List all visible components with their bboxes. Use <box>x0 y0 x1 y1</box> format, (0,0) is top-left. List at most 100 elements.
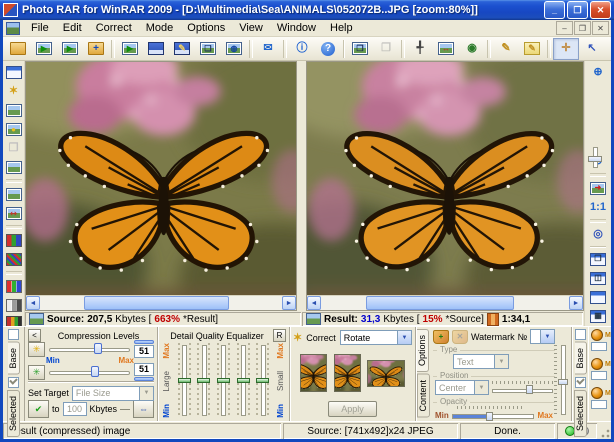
chevron-down-icon[interactable]: ▼ <box>139 387 153 400</box>
tab-selected[interactable]: Selected <box>7 390 20 437</box>
tab-base[interactable]: Base <box>8 342 20 375</box>
eq-band-slider[interactable] <box>255 343 270 418</box>
menu-file[interactable]: File <box>24 21 56 35</box>
restore-button[interactable]: ❐ <box>567 1 588 19</box>
selected-checkbox[interactable] <box>575 377 586 388</box>
image-info-icon[interactable]: ⓘ <box>289 38 315 60</box>
compression-value-1[interactable]: 51 <box>134 345 154 358</box>
picker-hand-tool-icon[interactable]: ✛ <box>605 38 611 60</box>
delete-watermark-icon[interactable]: ✕ <box>452 330 468 344</box>
tab-base[interactable]: Base <box>575 342 587 375</box>
scroll-right-icon[interactable]: ► <box>282 296 296 310</box>
resize-image-icon[interactable]: ⇿ <box>3 204 25 223</box>
position-slider[interactable] <box>492 385 553 395</box>
rotate-thumbnail[interactable] <box>300 354 327 392</box>
channel-value-input[interactable] <box>591 400 607 409</box>
copy-images-icon[interactable]: ❐ <box>347 38 373 60</box>
channel-sphere-icon[interactable] <box>591 329 603 341</box>
send-email-icon[interactable]: ✉ <box>255 38 281 60</box>
tab-content[interactable]: Content <box>417 374 430 418</box>
image-view-icon[interactable] <box>3 158 25 177</box>
scroll-left-icon[interactable]: ◄ <box>307 296 321 310</box>
result-hscrollbar[interactable]: ◄ ► <box>307 295 583 310</box>
preview-eye-icon[interactable]: ◉ <box>459 38 485 60</box>
rotate-thumbnail[interactable] <box>334 354 361 392</box>
pan-hand-tool-icon[interactable]: ✛ <box>553 38 579 60</box>
chevron-down-icon[interactable]: ▼ <box>540 330 554 343</box>
tab-options[interactable]: Options <box>417 329 429 372</box>
add-watermark-icon[interactable]: + <box>433 330 449 344</box>
select-tool-icon[interactable]: ↖ <box>579 38 605 60</box>
open-source-view-icon[interactable]: ▶ <box>31 38 57 60</box>
scroll-thumb[interactable] <box>366 296 515 310</box>
eq-band-slider[interactable] <box>177 343 192 418</box>
quality-mode2-button[interactable]: ✳ <box>28 365 45 380</box>
menu-options[interactable]: Options <box>180 21 232 35</box>
save-result-icon[interactable] <box>143 38 169 60</box>
source-hscrollbar[interactable]: ◄ ► <box>26 295 296 310</box>
close-button[interactable]: ✕ <box>590 1 611 19</box>
pane-divider[interactable] <box>297 61 306 311</box>
tab-selected[interactable]: Selected <box>574 390 587 437</box>
actual-size-icon[interactable]: 1:1 <box>587 198 609 217</box>
annotate-tool-icon[interactable]: ✎ <box>493 38 519 60</box>
channels-gray-icon[interactable] <box>3 296 25 315</box>
zoom-in-icon[interactable]: ⊕ <box>587 63 609 82</box>
channel-sphere-icon[interactable] <box>591 387 603 399</box>
help-icon[interactable]: ? <box>315 38 341 60</box>
scroll-thumb[interactable] <box>84 296 229 310</box>
magic-wand-icon[interactable]: ✶ <box>3 82 25 101</box>
collapse-compression-button[interactable]: < <box>28 329 41 342</box>
scroll-right-icon[interactable]: ► <box>569 296 583 310</box>
layout-dual-icon[interactable]: ❐ <box>587 250 609 269</box>
crop-image-icon[interactable] <box>3 101 25 120</box>
compression-value-2[interactable]: 51 <box>134 363 154 376</box>
quality-mode1-button[interactable]: ✳ <box>28 342 45 357</box>
open-dual-view-icon[interactable]: ▶ <box>57 38 83 60</box>
mdi-restore-button[interactable]: ❐ <box>574 21 591 35</box>
publish-web-icon[interactable]: ◍ <box>221 38 247 60</box>
fit-to-window-icon[interactable]: ➜ <box>587 179 609 198</box>
resize-tool-icon[interactable]: ↔ <box>433 38 459 60</box>
spinner-up-icon[interactable] <box>134 340 154 344</box>
equalizer-reset-button[interactable]: R <box>273 329 286 342</box>
target-size-input[interactable] <box>63 402 87 416</box>
menu-help[interactable]: Help <box>323 21 360 35</box>
channels-rgb-icon[interactable] <box>3 277 25 296</box>
menu-edit[interactable]: Edit <box>56 21 89 35</box>
base-checkbox[interactable] <box>8 329 19 340</box>
edit-properties-icon[interactable]: ✎ <box>519 38 545 60</box>
add-folder-icon[interactable]: + <box>83 38 109 60</box>
scale-slider-thumb[interactable] <box>558 379 568 385</box>
palette-dither-icon[interactable] <box>3 250 25 269</box>
eq-band-slider[interactable] <box>216 343 231 418</box>
image-copy-icon[interactable]: ❐ <box>3 139 25 158</box>
selected-checkbox[interactable] <box>8 377 19 388</box>
export-image-icon[interactable]: ❏ <box>195 38 221 60</box>
rotate-thumbnail[interactable] <box>367 360 405 387</box>
reload-view-icon[interactable]: ▶ <box>117 38 143 60</box>
paste-image-icon[interactable]: ❐ <box>373 38 399 60</box>
chevron-down-icon[interactable]: ▼ <box>474 381 488 394</box>
target-type-combo[interactable]: File Size▼ <box>72 386 154 401</box>
layout-quad-icon[interactable]: ▦ <box>587 307 609 326</box>
zoom-slider-thumb[interactable] <box>588 156 602 162</box>
eq-band-slider[interactable] <box>236 343 251 418</box>
menu-mode[interactable]: Mode <box>139 21 181 35</box>
channel-value-input[interactable] <box>591 342 607 351</box>
menu-view[interactable]: View <box>232 21 270 35</box>
compression-slider-1[interactable] <box>47 342 132 356</box>
resize-target-button[interactable]: ⇔ <box>133 400 154 418</box>
opacity-slider[interactable] <box>452 410 535 420</box>
compression-slider-2[interactable] <box>47 365 132 379</box>
apply-button[interactable]: Apply <box>328 401 377 417</box>
mdi-close-button[interactable]: ✕ <box>592 21 609 35</box>
chevron-down-icon[interactable]: ▼ <box>494 355 508 368</box>
image-frame-icon[interactable] <box>3 185 25 204</box>
watermark-position-combo[interactable]: Center▼ <box>435 380 489 395</box>
menu-window[interactable]: Window <box>270 21 323 35</box>
layout-single-icon[interactable] <box>587 288 609 307</box>
watermark-type-combo[interactable]: Text▼ <box>453 354 509 369</box>
open-image-icon[interactable] <box>5 38 31 60</box>
chevron-down-icon[interactable]: ▼ <box>397 331 411 344</box>
